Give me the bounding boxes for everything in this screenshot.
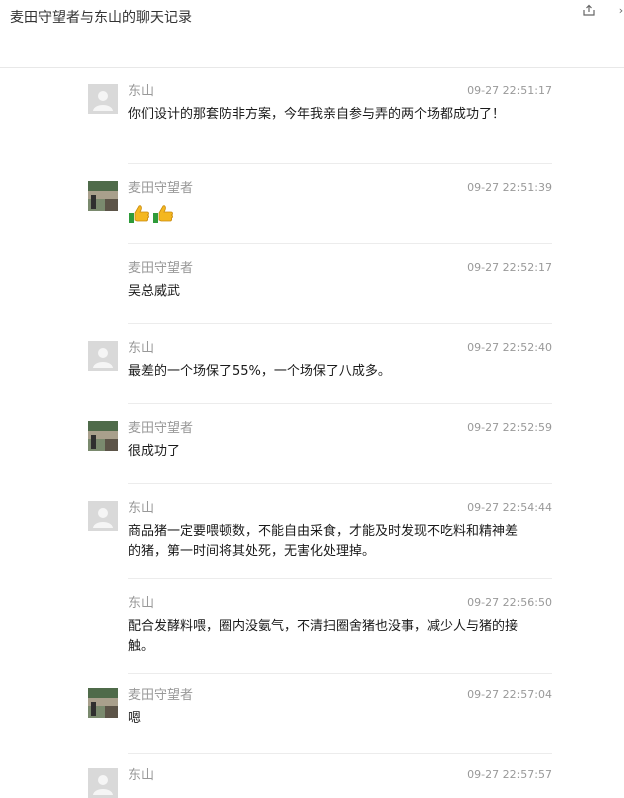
message-time: 09-27 22:56:50 bbox=[467, 596, 552, 609]
divider bbox=[128, 753, 552, 754]
sender-name: 麦田守望者 bbox=[128, 261, 194, 276]
message-text: 嗯 bbox=[128, 711, 142, 726]
message-time: 09-27 22:51:39 bbox=[467, 181, 552, 194]
message-text: 配合发酵料喂，圈内没氨气，不清扫圈舍猪也没事，减少人与猪的接触。 bbox=[128, 619, 519, 654]
message-text: 很成功了 bbox=[128, 444, 181, 459]
sender-name: 东山 bbox=[128, 768, 155, 783]
message-emojis bbox=[128, 204, 528, 231]
thumbs-up-icon bbox=[128, 204, 150, 231]
divider bbox=[128, 323, 552, 324]
sender-name: 麦田守望者 bbox=[128, 181, 194, 196]
divider bbox=[128, 673, 552, 674]
share-icon[interactable] bbox=[583, 4, 597, 18]
message-time: 09-27 22:52:17 bbox=[467, 261, 552, 274]
divider bbox=[128, 243, 552, 244]
divider bbox=[128, 578, 552, 579]
photo-avatar[interactable] bbox=[88, 688, 118, 718]
message-time: 09-27 22:51:17 bbox=[467, 84, 552, 97]
message-time: 09-27 22:52:40 bbox=[467, 341, 552, 354]
window-title: 麦田守望者与东山的聊天记录 bbox=[10, 10, 192, 26]
title-bar: 麦田守望者与东山的聊天记录 › bbox=[0, 0, 624, 68]
sender-name: 麦田守望者 bbox=[128, 421, 194, 436]
message-text: 吴总威武 bbox=[128, 284, 181, 299]
divider bbox=[128, 163, 552, 164]
message-text: 商品猪一定要喂顿数，不能自由采食，才能及时发现不吃料和精神差的猪，第一时间将其处… bbox=[128, 524, 519, 559]
message-time: 09-27 22:54:44 bbox=[467, 501, 552, 514]
photo-avatar[interactable] bbox=[88, 421, 118, 451]
chevron-right-icon[interactable]: › bbox=[614, 4, 624, 18]
divider bbox=[128, 403, 552, 404]
divider bbox=[128, 483, 552, 484]
sender-name: 东山 bbox=[128, 341, 155, 356]
default-avatar[interactable] bbox=[88, 768, 118, 798]
sender-name: 东山 bbox=[128, 501, 155, 516]
message-time: 09-27 22:57:57 bbox=[467, 768, 552, 781]
message-text: 你们设计的那套防非方案，今年我亲自参与弄的两个场都成功了！ bbox=[128, 107, 506, 122]
default-avatar[interactable] bbox=[88, 341, 118, 371]
message-time: 09-27 22:52:59 bbox=[467, 421, 552, 434]
photo-avatar[interactable] bbox=[88, 181, 118, 211]
thumbs-up-icon bbox=[152, 204, 174, 231]
sender-name: 东山 bbox=[128, 596, 155, 611]
message-text: 最差的一个场保了55%，一个场保了八成多。 bbox=[128, 364, 391, 379]
default-avatar[interactable] bbox=[88, 501, 118, 531]
message-time: 09-27 22:57:04 bbox=[467, 688, 552, 701]
sender-name: 麦田守望者 bbox=[128, 688, 194, 703]
sender-name: 东山 bbox=[128, 84, 155, 99]
default-avatar[interactable] bbox=[88, 84, 118, 114]
